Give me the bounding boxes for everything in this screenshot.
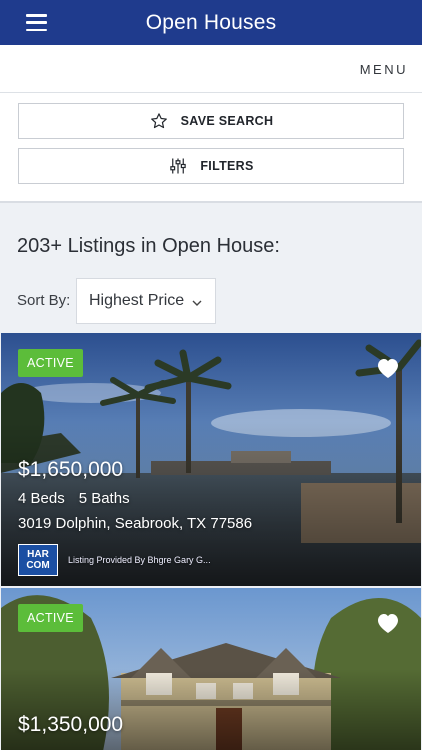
chevron-down-icon: [191, 296, 203, 314]
listing-card[interactable]: ACTIVE $1,650,000 4 Beds 5 Baths 3019 Dol…: [1, 333, 421, 586]
sub-header: MENU: [0, 45, 422, 93]
listing-card[interactable]: ACTIVE $1,350,000: [1, 588, 421, 750]
status-badge: ACTIVE: [18, 604, 83, 632]
filters-button[interactable]: FILTERS: [18, 148, 404, 184]
save-search-button[interactable]: SAVE SEARCH: [18, 103, 404, 139]
status-badge: ACTIVE: [18, 349, 83, 377]
provider-text: Listing Provided By Bhgre Gary G...: [68, 555, 211, 565]
baths-count: 5 Baths: [78, 490, 130, 507]
save-search-label: SAVE SEARCH: [180, 114, 274, 128]
har-logo: HAR COM: [18, 544, 58, 576]
sort-select[interactable]: Highest Price: [76, 278, 216, 324]
listing-price: $1,350,000: [18, 713, 124, 736]
heart-icon[interactable]: [376, 357, 400, 384]
listing-provider: HAR COM Listing Provided By Bhgre Gary G.…: [18, 544, 211, 576]
search-actions: SAVE SEARCH FILTERS: [0, 93, 422, 203]
beds-baths: 4 Beds 5 Baths: [18, 490, 130, 507]
filters-label: FILTERS: [200, 159, 254, 173]
listing-address: 3019 Dolphin, Seabrook, TX 77586: [18, 515, 253, 532]
listings-count-heading: 203+ Listings in Open House:: [17, 235, 280, 257]
sort-label: Sort By:: [17, 292, 71, 309]
beds-count: 4 Beds: [18, 490, 65, 507]
heart-icon[interactable]: [376, 612, 400, 639]
hamburger-icon[interactable]: [26, 14, 47, 31]
menu-button[interactable]: MENU: [360, 62, 408, 77]
page-title: Open Houses: [145, 10, 277, 34]
sliders-icon: [168, 156, 188, 176]
listing-price: $1,650,000: [18, 458, 124, 481]
sort-value: Highest Price: [89, 292, 185, 309]
star-outline-icon: [149, 111, 169, 131]
app-header: Open Houses: [0, 0, 422, 45]
